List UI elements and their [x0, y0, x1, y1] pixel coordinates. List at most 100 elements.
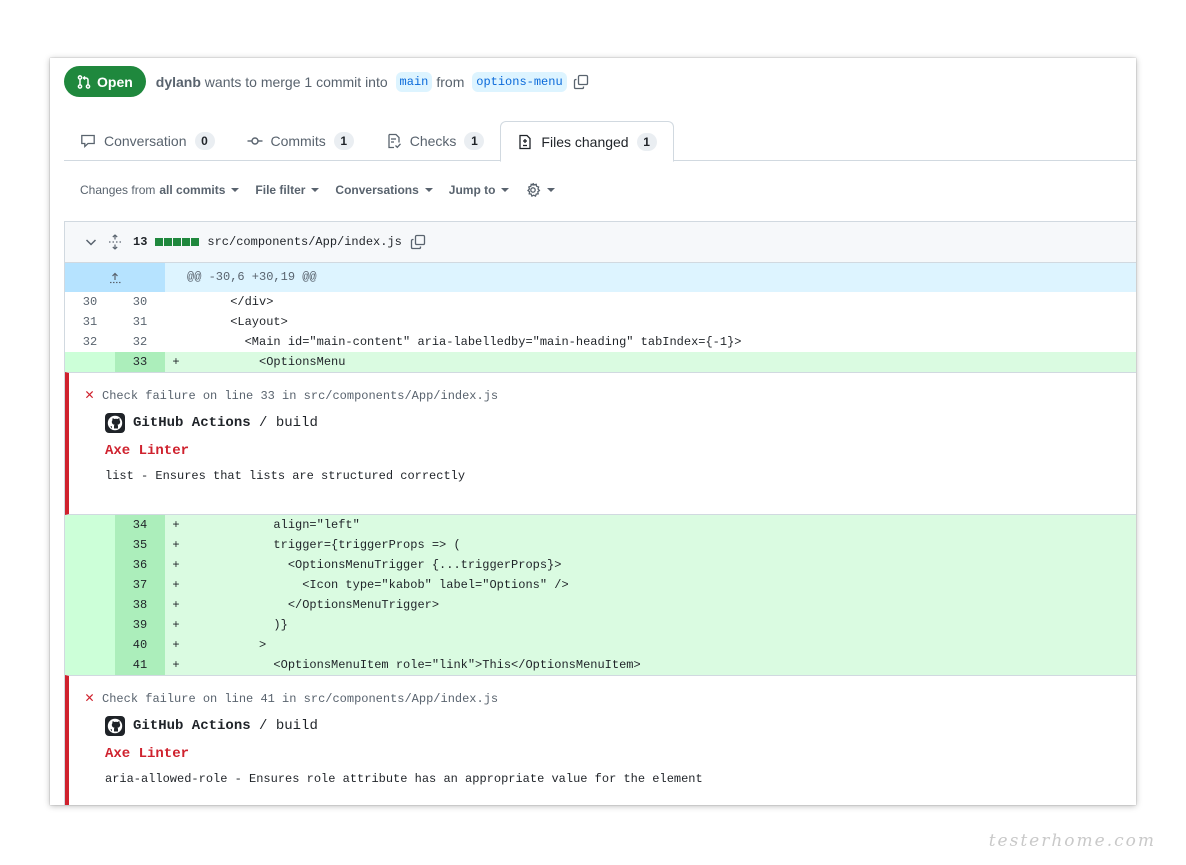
- code-text: <Main id="main-content" aria-labelledby=…: [187, 335, 742, 349]
- base-branch[interactable]: main: [395, 71, 433, 92]
- pr-meta: dylanb wants to merge 1 commit into main…: [156, 71, 589, 92]
- diff-settings-dropdown[interactable]: [525, 182, 556, 198]
- tab-count: 0: [194, 132, 215, 150]
- pull-request-page: Open dylanb wants to merge 1 commit into…: [50, 58, 1136, 805]
- copy-branch-button[interactable]: [573, 74, 589, 90]
- changes-from-dropdown[interactable]: Changes from all commits: [80, 183, 240, 197]
- diff-sign: [165, 292, 187, 312]
- new-line-number[interactable]: 33: [115, 352, 165, 372]
- diff-sign: +: [172, 558, 180, 572]
- chevron-down-icon[interactable]: [83, 234, 99, 250]
- tab-checks[interactable]: Checks 1: [370, 121, 501, 161]
- diff-line-added: 37 + <Icon type="kabob" label="Options" …: [65, 575, 1136, 595]
- file-filter-label: File filter: [255, 183, 306, 197]
- old-line-number: [65, 515, 115, 535]
- pr-state-label: Open: [97, 73, 133, 90]
- old-line-number: [65, 595, 115, 615]
- file-filter-dropdown[interactable]: File filter: [255, 183, 320, 197]
- code-text: <Layout>: [187, 315, 288, 329]
- new-line-number[interactable]: 41: [115, 655, 165, 675]
- watermark: testerhome.com: [988, 831, 1156, 851]
- annotation-location: ✕ Check failure on line 33 in src/compon…: [85, 388, 1136, 403]
- new-line-number[interactable]: 36: [115, 555, 165, 575]
- annotation-location: ✕ Check failure on line 41 in src/compon…: [85, 690, 1136, 707]
- copy-icon: [573, 74, 588, 89]
- tab-files-changed[interactable]: Files changed 1: [500, 121, 674, 162]
- old-line-number: [65, 575, 115, 595]
- new-line-number[interactable]: 39: [115, 615, 165, 635]
- diff-line-added: 41 + <OptionsMenuItem role="link">This</…: [65, 655, 1136, 675]
- conversations-dropdown[interactable]: Conversations: [335, 183, 433, 197]
- diff-sign: +: [172, 598, 180, 612]
- new-line-number[interactable]: 34: [115, 515, 165, 535]
- diff-sign: [165, 312, 187, 332]
- annotation-app[interactable]: GitHub Actions: [133, 415, 251, 431]
- annotation-title: Axe Linter: [105, 443, 190, 459]
- annotation-source: GitHub Actions / build: [105, 413, 1136, 433]
- diff-line-added: 36 + <OptionsMenuTrigger {...triggerProp…: [65, 555, 1136, 575]
- old-line-number: [65, 352, 115, 372]
- diff-table: @@ -30,6 +30,19 @@ 30 30 </div> 31 31 <L…: [65, 263, 1136, 805]
- x-circle-icon: ✕: [85, 690, 95, 707]
- tab-commits[interactable]: Commits 1: [231, 121, 370, 161]
- annotation-source: GitHub Actions / build: [105, 716, 1136, 736]
- old-line-number: [65, 635, 115, 655]
- file-header: 13 src/components/App/index.js: [65, 222, 1136, 263]
- old-line-number: [65, 555, 115, 575]
- caret-down-icon: [501, 188, 510, 192]
- caret-down-icon: [547, 188, 556, 192]
- new-line-number[interactable]: 38: [115, 595, 165, 615]
- diff-line-added: 33 + <OptionsMenu: [65, 352, 1136, 372]
- new-line-number[interactable]: 37: [115, 575, 165, 595]
- caret-down-icon: [231, 188, 240, 192]
- diff-sign: +: [172, 658, 180, 672]
- annotation-message: aria-allowed-role - Ensures role attribu…: [105, 772, 703, 786]
- code-text: trigger={triggerProps => (: [187, 538, 461, 552]
- git-pull-request-icon: [77, 74, 91, 89]
- old-line-number[interactable]: 32: [65, 332, 115, 352]
- new-line-number[interactable]: 31: [115, 312, 165, 332]
- file-diff: 13 src/components/App/index.js @@ -30,6 …: [64, 221, 1136, 805]
- annotation-job: / build: [259, 415, 318, 431]
- annotation-message: list - Ensures that lists are structured…: [105, 469, 466, 483]
- changes-from-value: all commits: [159, 183, 226, 197]
- old-line-number[interactable]: 30: [65, 292, 115, 312]
- new-line-number[interactable]: 40: [115, 635, 165, 655]
- code-text: <Icon type="kabob" label="Options" />: [187, 578, 569, 592]
- diff-line-added: 38 + </OptionsMenuTrigger>: [65, 595, 1136, 615]
- jump-to-dropdown[interactable]: Jump to: [449, 183, 510, 197]
- new-line-number[interactable]: 32: [115, 332, 165, 352]
- annotation-app[interactable]: GitHub Actions: [133, 718, 251, 734]
- tab-label: Checks: [409, 133, 457, 149]
- hunk-header: @@ -30,6 +30,19 @@: [65, 263, 1136, 292]
- diff-sign: +: [172, 578, 180, 592]
- file-path[interactable]: src/components/App/index.js: [207, 235, 401, 249]
- diff-line-added: 40 + >: [65, 635, 1136, 655]
- checklist-icon: [388, 133, 401, 149]
- conversations-label: Conversations: [335, 183, 419, 197]
- diff-line-added: 35 + trigger={triggerProps => (: [65, 535, 1136, 555]
- copy-icon[interactable]: [410, 234, 426, 250]
- annotation-location-text: Check failure on line 33 in src/componen…: [102, 389, 499, 403]
- old-line-number[interactable]: 31: [65, 312, 115, 332]
- unfold-icon[interactable]: [107, 234, 123, 250]
- tab-label: Files changed: [541, 133, 629, 150]
- old-line-number: [65, 615, 115, 635]
- diff-line: 31 31 <Layout>: [65, 312, 1136, 332]
- hunk-range: @@ -30,6 +30,19 @@: [187, 270, 317, 284]
- expand-up-button[interactable]: [65, 263, 165, 292]
- tab-conversation[interactable]: Conversation 0: [64, 121, 231, 161]
- changes-from-label: Changes from: [80, 183, 156, 197]
- pr-author-link[interactable]: dylanb: [156, 74, 201, 90]
- old-line-number: [65, 535, 115, 555]
- pr-header: Open dylanb wants to merge 1 commit into…: [64, 66, 589, 97]
- diff-toolbar: Changes from all commits File filter Con…: [80, 180, 556, 200]
- tab-label: Conversation: [104, 133, 187, 149]
- head-branch[interactable]: options-menu: [472, 71, 567, 92]
- pr-tabs: Conversation 0 Commits 1 Checks 1 Files …: [64, 121, 1136, 162]
- code-text: </div>: [187, 295, 274, 309]
- new-line-number[interactable]: 30: [115, 292, 165, 312]
- new-line-number[interactable]: 35: [115, 535, 165, 555]
- code-text: >: [187, 638, 267, 652]
- commit-icon: [247, 137, 262, 145]
